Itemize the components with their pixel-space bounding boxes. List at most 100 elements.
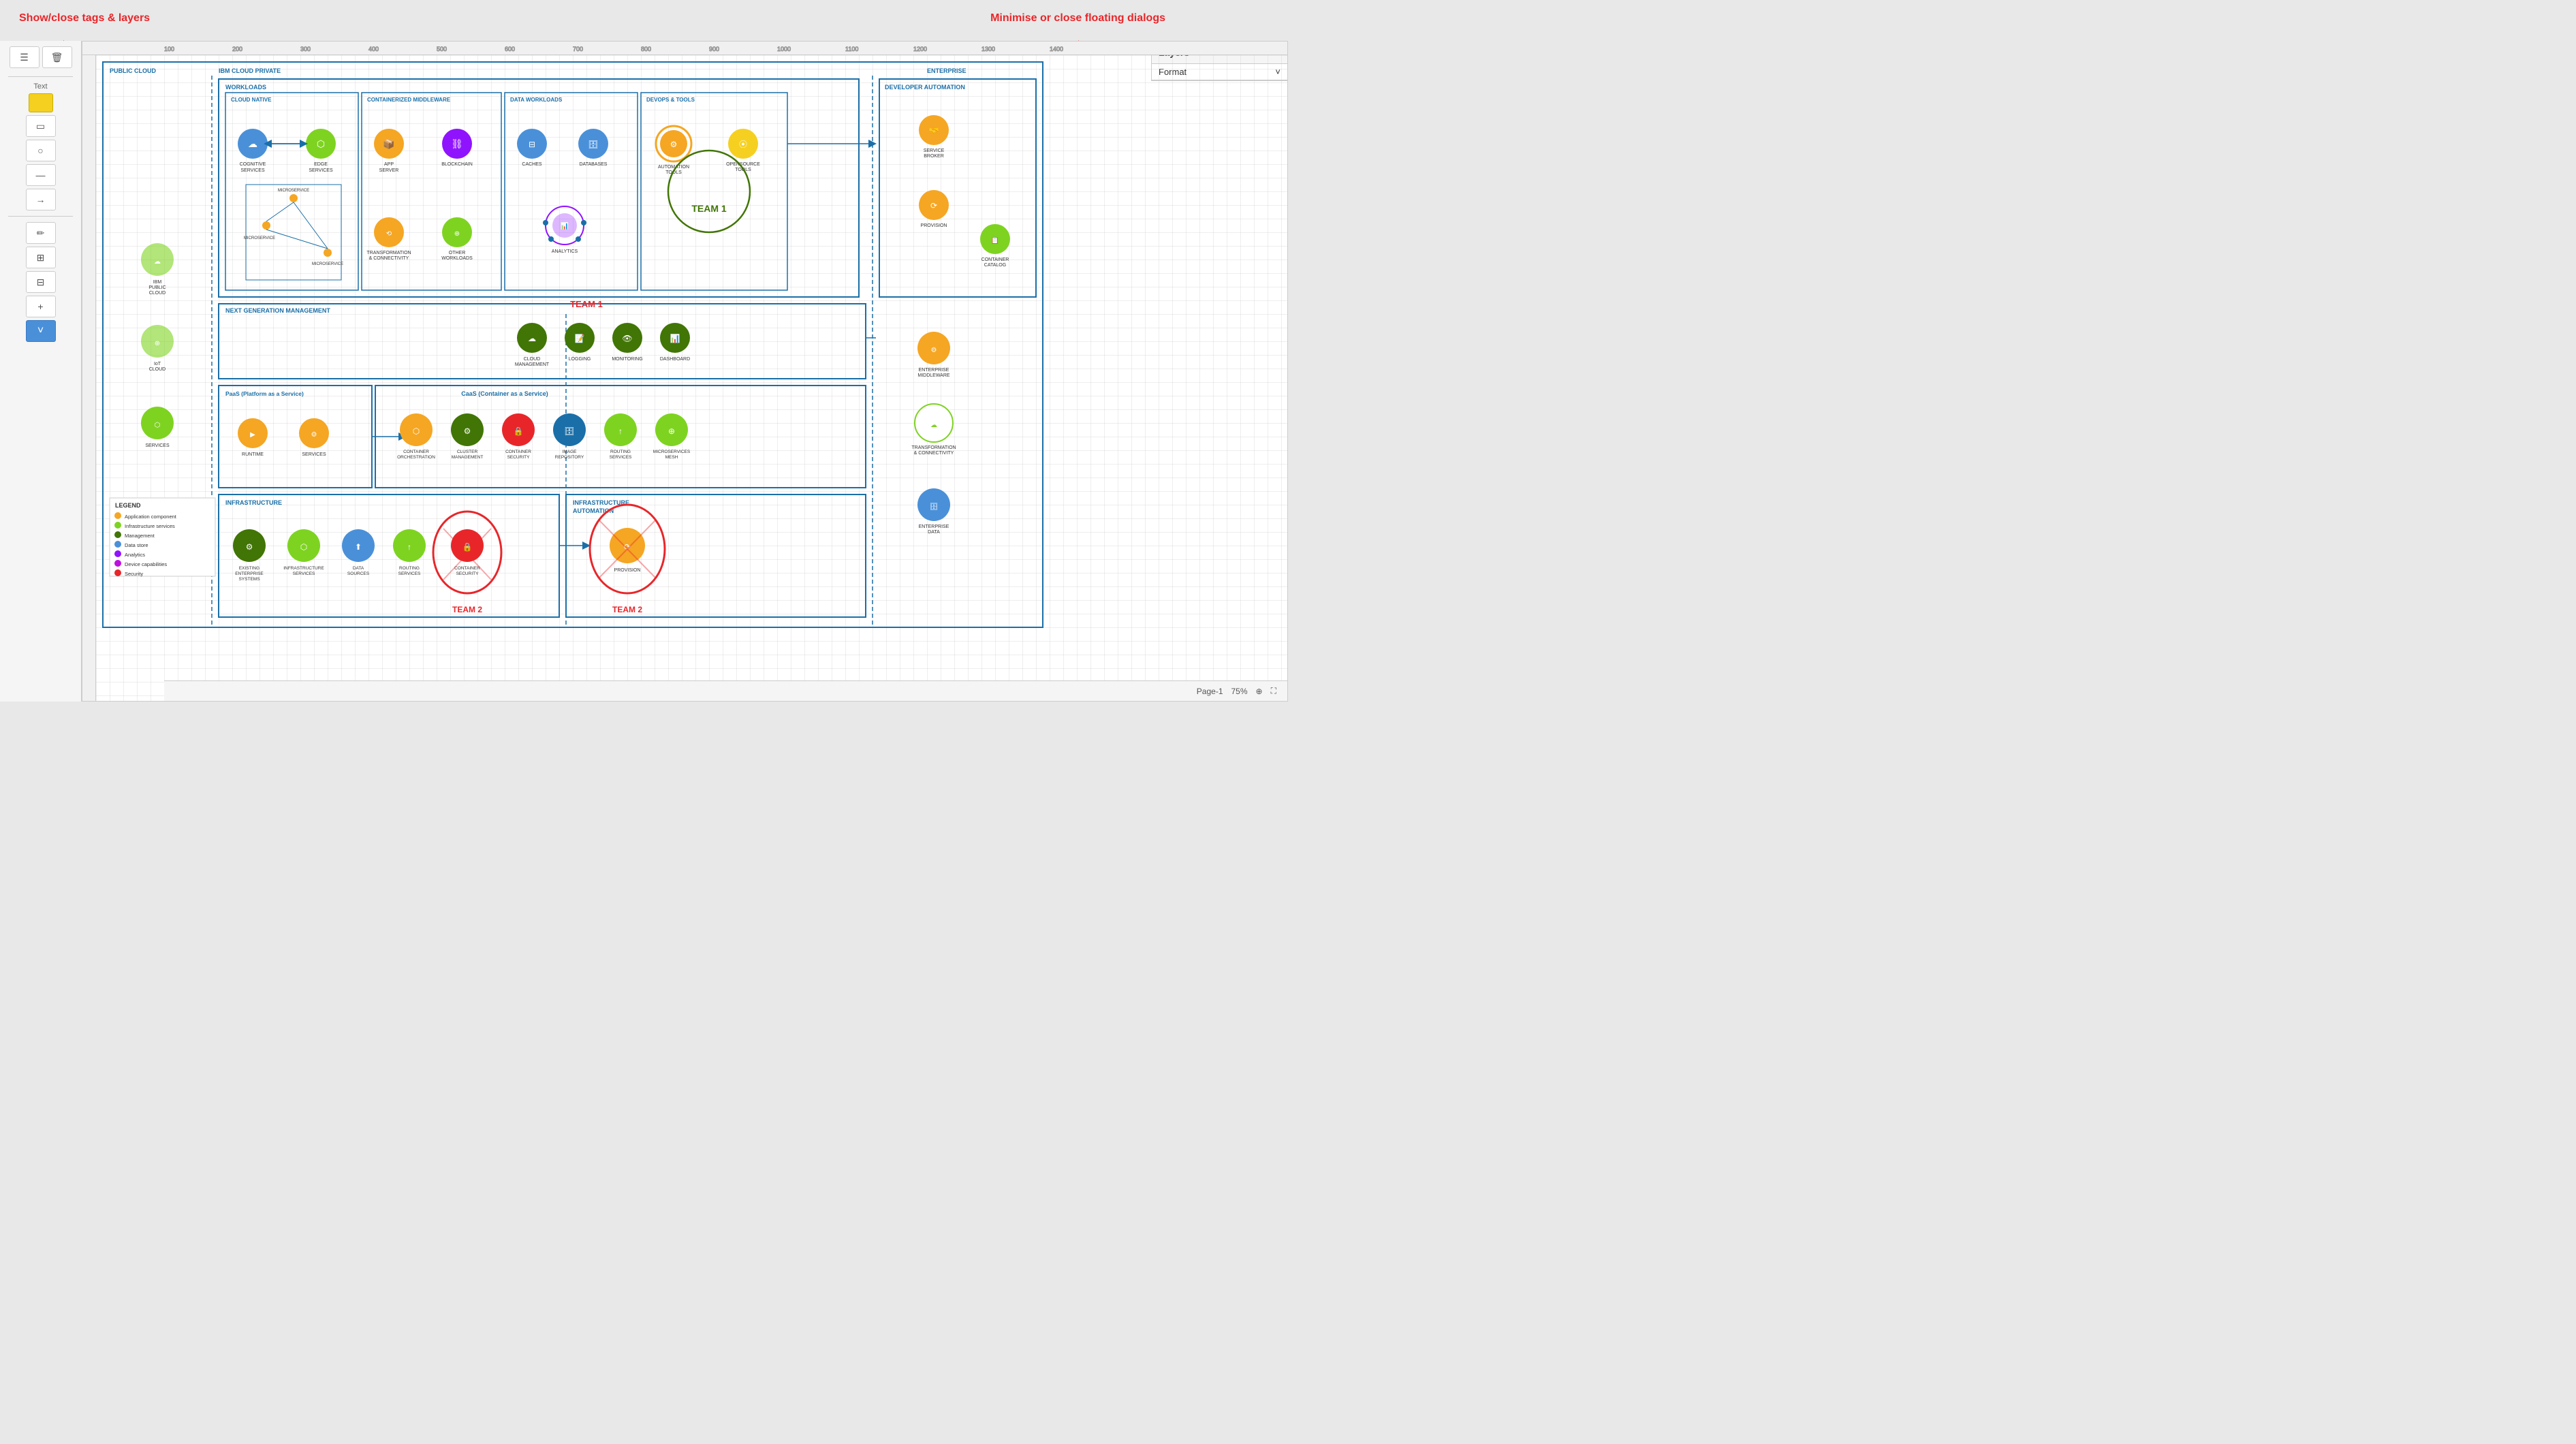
svg-text:⟲: ⟲ <box>386 230 392 238</box>
grid-button[interactable]: ⊞ <box>26 247 56 268</box>
svg-text:🗄: 🗄 <box>930 503 939 511</box>
svg-text:⬆: ⬆ <box>355 542 362 552</box>
svg-text:CONTAINER: CONTAINER <box>505 450 531 454</box>
svg-text:ANALYTICS: ANALYTICS <box>552 249 578 254</box>
svg-text:⬡: ⬡ <box>300 542 307 552</box>
svg-text:MESH: MESH <box>665 455 678 460</box>
ruler-top: 100 200 300 400 500 600 700 800 900 1000… <box>82 42 1287 55</box>
svg-text:⚙: ⚙ <box>311 431 317 439</box>
svg-text:DATA: DATA <box>928 530 940 535</box>
svg-text:Security: Security <box>125 571 143 577</box>
svg-text:100: 100 <box>164 46 174 52</box>
canvas-wrapper: Layers ⚙ ✕ Format ˅ 100 200 300 400 500 … <box>82 41 1288 702</box>
sticky-note-button[interactable] <box>29 93 53 112</box>
svg-text:CONTAINER: CONTAINER <box>981 257 1009 262</box>
svg-text:⚙: ⚙ <box>670 140 678 149</box>
svg-text:☁: ☁ <box>930 422 937 429</box>
svg-text:400: 400 <box>368 46 379 52</box>
svg-text:OPENSOURCE: OPENSOURCE <box>726 162 760 167</box>
svg-text:RUNTIME: RUNTIME <box>242 452 264 457</box>
annotation-show-layers: Show/close tags & layers <box>19 12 150 25</box>
svg-text:300: 300 <box>300 46 311 52</box>
annotation-minimise-dialogs: Minimise or close floating dialogs <box>990 12 1165 25</box>
arrow-button[interactable]: → <box>26 189 56 210</box>
menu-icon-button[interactable]: ☰ <box>10 46 40 68</box>
svg-text:SERVICE: SERVICE <box>924 148 945 153</box>
svg-text:☁: ☁ <box>248 138 257 149</box>
svg-text:CLOUD: CLOUD <box>524 357 541 362</box>
svg-text:↑: ↑ <box>407 542 411 552</box>
svg-text:🗄: 🗄 <box>588 140 598 149</box>
svg-text:COGNITIVE: COGNITIVE <box>240 162 266 167</box>
svg-text:⛓: ⛓ <box>451 138 463 149</box>
svg-text:APP: APP <box>384 162 394 167</box>
ellipse-button[interactable]: ○ <box>26 140 56 161</box>
svg-text:& CONNECTIVITY: & CONNECTIVITY <box>914 451 954 456</box>
svg-text:⊕: ⊕ <box>155 340 160 347</box>
svg-text:TRANSFORMATION: TRANSFORMATION <box>911 445 956 450</box>
svg-text:Infrastructure services: Infrastructure services <box>125 523 175 529</box>
svg-text:CACHES: CACHES <box>522 162 542 167</box>
cloud-native-label: CLOUD NATIVE <box>231 97 272 103</box>
svg-text:CLOUD: CLOUD <box>149 291 166 296</box>
ruler-left <box>82 55 96 701</box>
ibm-cloud-private-label: IBM CLOUD PRIVATE <box>219 67 281 74</box>
status-bar: Page-1 75% ⊕ ⛶ <box>164 680 1287 701</box>
svg-text:1200: 1200 <box>913 46 927 52</box>
svg-text:1400: 1400 <box>1050 46 1063 52</box>
grid-canvas[interactable]: PUBLIC CLOUD IBM CLOUD PRIVATE ENTERPRIS… <box>96 55 1287 701</box>
svg-text:CATALOG: CATALOG <box>984 263 1006 268</box>
caas-label: CaaS (Container as a Service) <box>461 390 548 397</box>
line-button[interactable]: — <box>26 164 56 186</box>
svg-text:1100: 1100 <box>845 46 858 52</box>
svg-text:MONITORING: MONITORING <box>612 357 642 362</box>
svg-text:📊: 📊 <box>561 221 569 230</box>
svg-text:SECURITY: SECURITY <box>507 455 531 460</box>
zoom-level: 75% <box>1231 687 1248 696</box>
zoom-icon[interactable]: ⊕ <box>1256 687 1263 696</box>
svg-text:⊟: ⊟ <box>529 140 535 149</box>
enterprise-label: ENTERPRISE <box>927 67 967 74</box>
svg-text:MANAGEMENT: MANAGEMENT <box>515 362 550 367</box>
svg-text:🔒: 🔒 <box>514 426 524 436</box>
svg-text:ORCHESTRATION: ORCHESTRATION <box>397 455 435 460</box>
svg-text:1300: 1300 <box>981 46 995 52</box>
svg-text:Device capabilities: Device capabilities <box>125 561 167 567</box>
svg-text:Data store: Data store <box>125 542 148 548</box>
svg-text:SOURCES: SOURCES <box>347 571 370 576</box>
svg-text:ENTERPRISE: ENTERPRISE <box>235 571 264 576</box>
svg-text:Analytics: Analytics <box>125 552 145 558</box>
svg-text:⬡: ⬡ <box>413 426 420 436</box>
rectangle-button[interactable]: ▭ <box>26 115 56 137</box>
svg-text:CLUSTER: CLUSTER <box>457 450 478 454</box>
svg-text:📝: 📝 <box>575 334 585 343</box>
minimize-toolbar-button[interactable]: ˅ <box>26 320 56 342</box>
svg-text:⟳: ⟳ <box>930 201 937 210</box>
page-indicator: Page-1 <box>1197 687 1223 696</box>
svg-text:ENTERPRISE: ENTERPRISE <box>919 368 949 373</box>
svg-text:WORKLOADS: WORKLOADS <box>441 256 473 261</box>
svg-text:⦿: ⦿ <box>739 140 747 149</box>
delete-button[interactable]: 🗑 <box>42 46 72 68</box>
expand-icon[interactable]: ⛶ <box>1271 686 1276 696</box>
table-button[interactable]: ⊟ <box>26 271 56 293</box>
svg-text:AUTOMATION: AUTOMATION <box>658 165 689 170</box>
svg-text:🤝: 🤝 <box>929 126 939 136</box>
developer-automation-label: DEVELOPER AUTOMATION <box>885 84 965 91</box>
pen-button[interactable]: ✏ <box>26 222 56 244</box>
toolbar-divider-2 <box>8 216 73 217</box>
svg-text:EXISTING: EXISTING <box>239 566 260 571</box>
svg-text:SERVICES: SERVICES <box>293 571 315 576</box>
team2-automation-label: TEAM 2 <box>612 605 642 614</box>
svg-text:SYSTEMS: SYSTEMS <box>238 577 260 582</box>
svg-text:⬡: ⬡ <box>155 422 161 429</box>
svg-text:500: 500 <box>437 46 447 52</box>
svg-text:PROVISION: PROVISION <box>614 568 641 573</box>
svg-text:ROUTING: ROUTING <box>399 566 420 571</box>
devops-tools-label: DEVOPS & TOOLS <box>646 97 695 103</box>
plus-button[interactable]: + <box>26 296 56 317</box>
svg-text:☁: ☁ <box>154 258 161 266</box>
svg-text:⚙: ⚙ <box>464 426 471 436</box>
containerized-middleware-label: CONTAINERIZED MIDDLEWARE <box>367 97 451 103</box>
svg-text:IBM: IBM <box>153 280 162 285</box>
